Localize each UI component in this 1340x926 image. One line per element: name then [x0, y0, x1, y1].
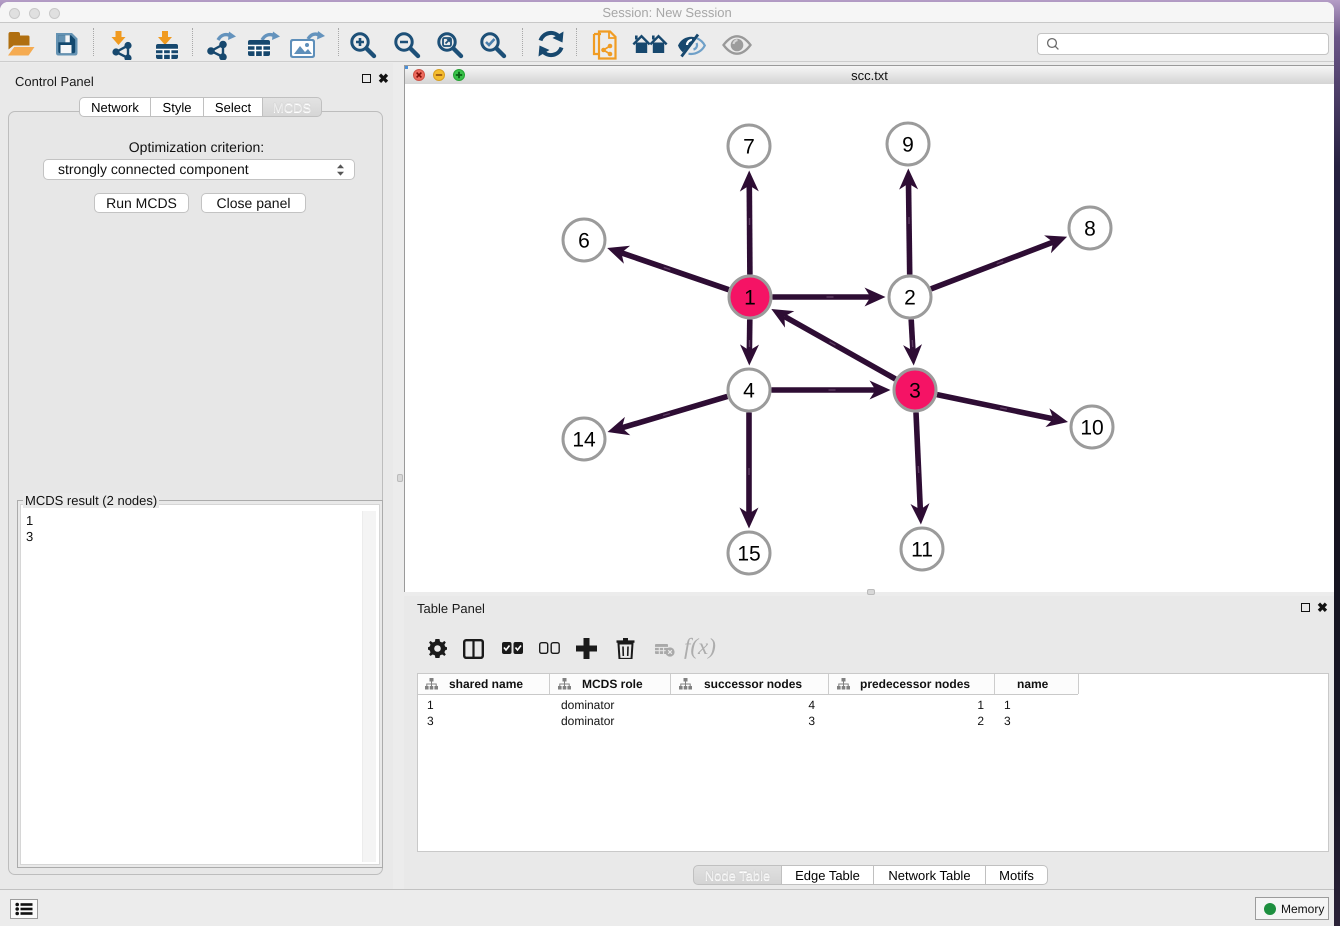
- svg-text:11: 11: [911, 539, 933, 562]
- svg-text:4: 4: [743, 380, 755, 403]
- svg-text:15: 15: [737, 543, 760, 566]
- svg-text:6: 6: [578, 230, 590, 253]
- svg-text:8: 8: [1084, 218, 1096, 241]
- svg-text:3: 3: [909, 380, 921, 403]
- svg-text:1: 1: [744, 287, 756, 310]
- svg-text:2: 2: [904, 287, 916, 310]
- svg-text:10: 10: [1080, 417, 1103, 440]
- svg-text:14: 14: [572, 429, 596, 452]
- svg-text:7: 7: [743, 136, 755, 159]
- svg-text:9: 9: [902, 134, 914, 157]
